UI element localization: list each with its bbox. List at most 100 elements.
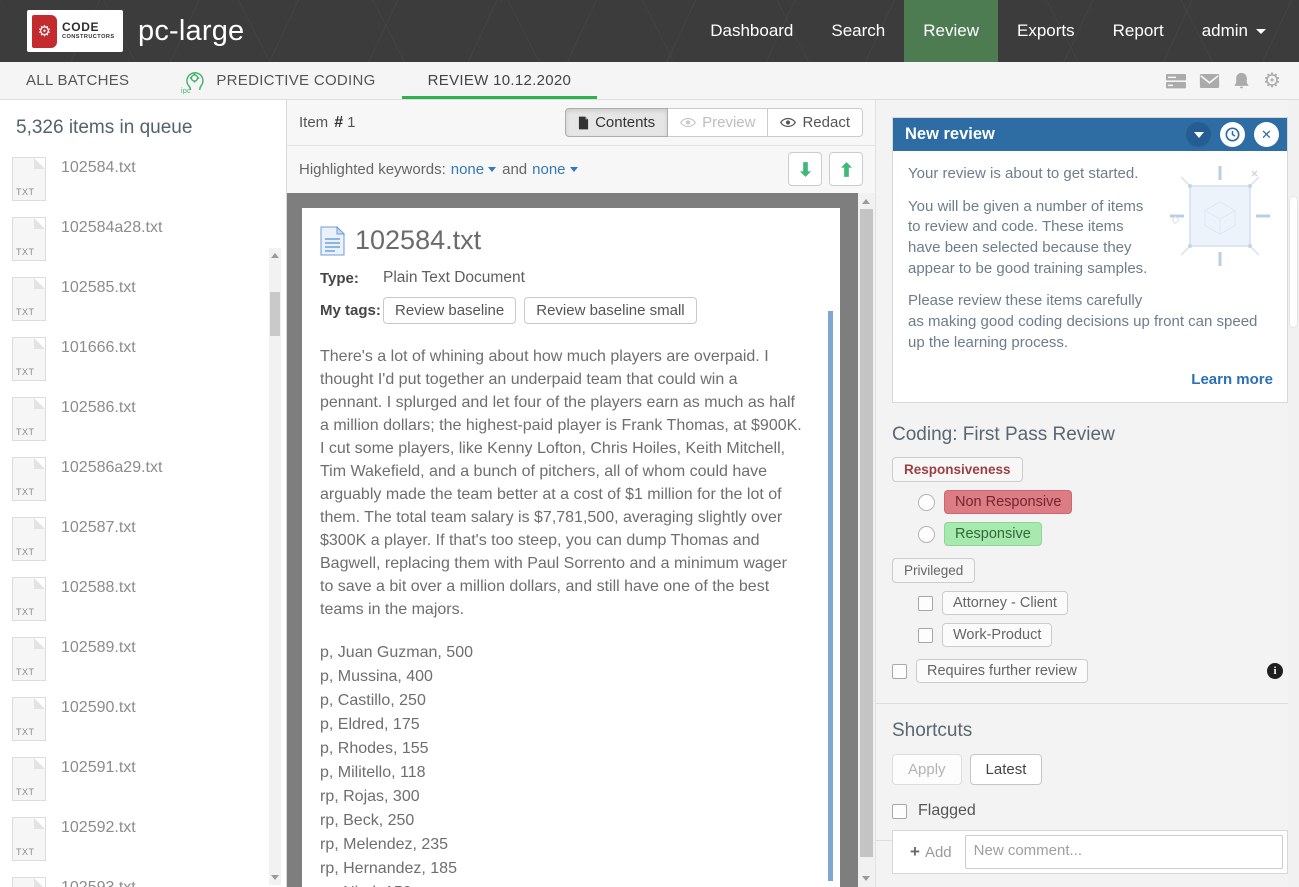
file-name: 102591.txt (61, 759, 136, 777)
info-icon[interactable]: i (1267, 663, 1283, 679)
roster-line: p, Castillo, 250 (320, 689, 818, 713)
list-item[interactable]: TXT 102586.txt (12, 397, 286, 457)
flagged-checkbox[interactable] (892, 804, 907, 819)
list-item[interactable]: TXT 102588.txt (12, 577, 286, 637)
close-icon[interactable]: ✕ (1254, 122, 1279, 147)
mail-icon[interactable] (1199, 73, 1220, 89)
viewer-scrollbar[interactable] (858, 193, 875, 887)
roster-line: rp, Hernandez, 185 (320, 857, 818, 881)
list-item[interactable]: TXT 102589.txt (12, 637, 286, 697)
preview-button[interactable]: Preview (668, 108, 768, 137)
non-responsive-radio[interactable] (918, 494, 935, 511)
file-ext-label: TXT (16, 547, 35, 557)
privileged-group-label[interactable]: Privileged (892, 558, 975, 583)
new-comment-input[interactable] (965, 835, 1283, 869)
file-name: 102586a29.txt (61, 459, 162, 477)
further-review-checkbox[interactable] (892, 664, 907, 679)
list-item[interactable]: TXT 102586a29.txt (12, 457, 286, 517)
responsive-label[interactable]: Responsive (944, 522, 1042, 546)
nav-item-dashboard[interactable]: Dashboard (691, 0, 812, 62)
history-button[interactable] (1220, 122, 1245, 147)
responsiveness-group-label[interactable]: Responsiveness (892, 457, 1023, 482)
list-item[interactable]: TXT 102585.txt (12, 277, 286, 337)
apply-button[interactable]: Apply (892, 754, 962, 785)
nav-item-exports[interactable]: Exports (998, 0, 1094, 62)
list-item[interactable]: TXT 102587.txt (12, 517, 286, 577)
attorney-client-checkbox[interactable] (918, 596, 933, 611)
roster-line: rp, Rojas, 300 (320, 785, 818, 809)
roster-line: p, Rhodes, 155 (320, 737, 818, 761)
viewer-scroll-thumb[interactable] (860, 209, 873, 857)
txt-file-icon: TXT (12, 217, 46, 261)
list-item[interactable]: TXT 102584.txt (12, 157, 286, 217)
document-scroll-indicator[interactable] (828, 311, 833, 881)
nav-item-report[interactable]: Report (1094, 0, 1183, 62)
file-ext-label: TXT (16, 487, 35, 497)
file-name: 102589.txt (61, 639, 136, 657)
nav-item-review[interactable]: Review (904, 0, 998, 62)
roster-line: rp, Beck, 250 (320, 809, 818, 833)
contents-button[interactable]: Contents (565, 108, 668, 137)
plus-icon: + (910, 842, 920, 862)
tab-all-batches[interactable]: ALL BATCHES (0, 62, 155, 99)
queue-icon[interactable] (1166, 73, 1186, 89)
page-scroll-thumb[interactable] (1289, 196, 1298, 328)
chevron-down-icon (570, 167, 578, 172)
next-hit-button[interactable] (788, 152, 822, 186)
keyword-select-1[interactable]: none (451, 161, 484, 178)
scroll-up-icon[interactable] (862, 199, 870, 204)
list-item[interactable]: TXT 102593.txt (12, 877, 286, 887)
work-product-checkbox[interactable] (918, 628, 933, 643)
sidebar-scroll-thumb[interactable] (270, 292, 280, 336)
clock-icon (1225, 127, 1240, 142)
latest-button[interactable]: Latest (970, 754, 1043, 785)
txt-file-icon: TXT (12, 337, 46, 381)
tab-review-current[interactable]: REVIEW 10.12.2020 (402, 62, 598, 99)
redact-button[interactable]: Redact (768, 108, 863, 137)
scroll-up-icon[interactable] (271, 253, 279, 258)
list-item[interactable]: TXT 101666.txt (12, 337, 286, 397)
further-review-label[interactable]: Requires further review (916, 659, 1088, 683)
list-item[interactable]: TXT 102591.txt (12, 757, 286, 817)
non-responsive-label[interactable]: Non Responsive (944, 490, 1072, 514)
list-item[interactable]: TXT 102590.txt (12, 697, 286, 757)
learn-more-link[interactable]: Learn more (908, 366, 1273, 391)
txt-file-icon: TXT (12, 877, 46, 887)
type-label: Type: (320, 270, 383, 287)
project-title: pc-large (138, 15, 244, 48)
work-product-label[interactable]: Work-Product (942, 623, 1052, 647)
coding-panel: New review ✕ (875, 100, 1299, 887)
tag-review-baseline[interactable]: Review baseline (383, 297, 516, 324)
txt-file-icon: TXT (12, 817, 46, 861)
add-comment-button[interactable]: + Add (897, 842, 965, 862)
gear-icon[interactable]: ⚙ (1263, 71, 1281, 91)
nav-item-search[interactable]: Search (812, 0, 904, 62)
txt-file-icon: TXT (12, 637, 46, 681)
list-item[interactable]: TXT 102584a28.txt (12, 217, 286, 277)
file-ext-label: TXT (16, 727, 35, 737)
scroll-down-icon[interactable] (271, 875, 279, 880)
responsive-radio[interactable] (918, 526, 935, 543)
scroll-down-icon[interactable] (862, 876, 870, 881)
tab-predictive-coding[interactable]: ipc PREDICTIVE CODING (155, 62, 401, 99)
txt-file-icon: TXT (12, 277, 46, 321)
keyword-select-2[interactable]: none (532, 161, 565, 178)
file-ext-label: TXT (16, 847, 35, 857)
collapse-button[interactable] (1186, 122, 1211, 147)
chevron-down-icon (488, 167, 496, 172)
file-name: 102584a28.txt (61, 219, 162, 237)
file-name: 102587.txt (61, 519, 136, 537)
prev-hit-button[interactable] (829, 152, 863, 186)
user-menu[interactable]: admin (1183, 0, 1285, 62)
tag-review-baseline-small[interactable]: Review baseline small (524, 297, 696, 324)
list-item[interactable]: TXT 102592.txt (12, 817, 286, 877)
bell-icon[interactable] (1233, 72, 1250, 90)
page-scrollbar[interactable] (1288, 100, 1299, 887)
company-logo[interactable]: ⚙ CODE CONSTRUCTORS (27, 10, 123, 52)
sidebar-scrollbar[interactable] (269, 248, 281, 885)
file-name: 102590.txt (61, 699, 136, 717)
type-value: Plain Text Document (383, 269, 525, 287)
txt-file-icon: TXT (12, 397, 46, 441)
attorney-client-label[interactable]: Attorney - Client (942, 591, 1068, 615)
new-review-title: New review (905, 125, 995, 144)
